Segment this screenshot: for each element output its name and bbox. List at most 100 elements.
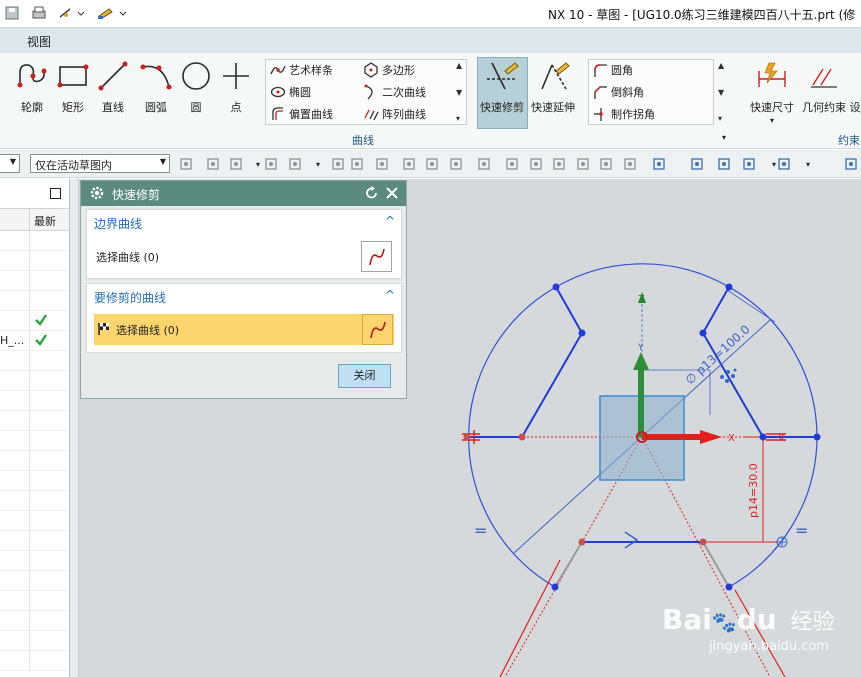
edit-gallery-scroll[interactable]: ▲ ▼ ▾: [718, 61, 728, 123]
print-icon[interactable]: [30, 4, 48, 22]
chevron-down-icon[interactable]: ▾: [800, 156, 816, 172]
scroll-up-icon[interactable]: ▲: [718, 61, 728, 70]
view-fit-icon[interactable]: [651, 156, 667, 172]
table-row[interactable]: [0, 571, 69, 591]
scroll-up-icon[interactable]: ▲: [456, 61, 466, 70]
curve-select-icon[interactable]: [362, 314, 393, 345]
reset-icon[interactable]: [364, 185, 380, 204]
curve-snap-icon[interactable]: [424, 156, 440, 172]
collapse-icon[interactable]: ^: [385, 288, 395, 302]
table-row[interactable]: [0, 611, 69, 631]
curve-gallery-scroll[interactable]: ▲ ▼ ▾: [456, 61, 466, 123]
scroll-down-icon[interactable]: ▼: [456, 88, 466, 97]
maximize-icon[interactable]: [50, 188, 61, 199]
layout-icon[interactable]: [741, 156, 757, 172]
studio-spline-item[interactable]: 艺术样条: [270, 60, 333, 80]
table-row[interactable]: [0, 251, 69, 271]
trim-section-header[interactable]: 要修剪的曲线 ^: [87, 284, 401, 310]
chevron-down-icon[interactable]: ▾: [748, 116, 796, 125]
profile-tool[interactable]: 轮廓: [10, 59, 54, 115]
cube-icon[interactable]: [843, 156, 859, 172]
polygon-item[interactable]: 多边形: [363, 60, 415, 80]
view-icon[interactable]: [689, 156, 705, 172]
table-row[interactable]: [0, 311, 69, 331]
spline-snap-icon[interactable]: [448, 156, 464, 172]
point-on-curve-icon[interactable]: [598, 156, 614, 172]
snap-endpoint-icon[interactable]: [178, 156, 194, 172]
tangent-icon[interactable]: [575, 156, 591, 172]
table-row[interactable]: [0, 431, 69, 451]
navigator-splitter[interactable]: [70, 179, 79, 677]
dots-filter-icon[interactable]: [374, 156, 390, 172]
render-icon[interactable]: [776, 156, 792, 172]
chamfer-item[interactable]: 倒斜角: [592, 82, 644, 102]
table-row[interactable]: [0, 651, 69, 671]
trim-select-row[interactable]: 选择曲线 (0): [94, 314, 394, 345]
close-icon[interactable]: [384, 185, 400, 204]
ellipse-item[interactable]: 椭圆: [270, 82, 311, 102]
table-row[interactable]: [0, 391, 69, 411]
pattern-curve-item[interactable]: 阵列曲线: [363, 104, 426, 124]
conic-item[interactable]: 二次曲线: [363, 82, 426, 102]
boundary-section-header[interactable]: 边界曲线 ^: [87, 210, 401, 236]
quick-extend-tool[interactable]: 快速延伸: [531, 59, 575, 115]
line-snap-icon[interactable]: [401, 156, 417, 172]
table-row[interactable]: [0, 231, 69, 251]
solid-filter-icon[interactable]: [330, 156, 346, 172]
quick-trim-content[interactable]: 快速修剪: [480, 59, 524, 115]
length-dimension[interactable]: p14=30.0: [747, 463, 760, 518]
fillet-item[interactable]: 圆角: [592, 60, 633, 80]
geometric-constraint-tool[interactable]: 几何约束: [800, 59, 848, 115]
paint-icon[interactable]: [96, 4, 130, 22]
table-row[interactable]: [0, 411, 69, 431]
table-row[interactable]: [0, 631, 69, 651]
circle-tool[interactable]: 圆: [174, 59, 218, 115]
intersection-icon[interactable]: [476, 156, 492, 172]
equal-constraint-left[interactable]: =: [474, 521, 487, 540]
diameter-dimension[interactable]: ∅ p13=100.0: [683, 322, 753, 387]
center-snap-icon[interactable]: [504, 156, 520, 172]
table-row[interactable]: [0, 271, 69, 291]
arc-tool[interactable]: 圆弧: [134, 59, 178, 115]
make-corner-item[interactable]: 制作拐角: [592, 104, 655, 124]
type-filter-combo[interactable]: ▼: [0, 154, 20, 173]
table-row[interactable]: [0, 511, 69, 531]
boundary-select-row[interactable]: 选择曲线 (0): [94, 241, 394, 272]
curve-select-icon[interactable]: [361, 241, 392, 272]
selection-scope-combo[interactable]: 仅在活动草图内 ▼: [30, 154, 170, 173]
quadrant-icon[interactable]: [528, 156, 544, 172]
rotate-icon[interactable]: [716, 156, 732, 172]
scroll-down-icon[interactable]: ▼: [718, 88, 728, 97]
snap-select-icon[interactable]: [228, 156, 244, 172]
snap-arrow-icon[interactable]: [263, 156, 279, 172]
collapse-icon[interactable]: ^: [385, 214, 395, 228]
snap-cycle-icon[interactable]: [205, 156, 221, 172]
table-row[interactable]: [0, 531, 69, 551]
table-row[interactable]: [0, 471, 69, 491]
equal-constraint-right[interactable]: =: [795, 521, 808, 540]
grid-icon[interactable]: [622, 156, 638, 172]
offset-curve-item[interactable]: 偏置曲线: [270, 104, 333, 124]
table-row[interactable]: [0, 591, 69, 611]
table-row[interactable]: [0, 291, 69, 311]
menu-view[interactable]: 视图: [27, 33, 51, 50]
close-button[interactable]: 关闭: [338, 364, 391, 388]
cube-filter-icon[interactable]: [349, 156, 365, 172]
ribbon-expand-icon[interactable]: ▾: [722, 133, 726, 142]
settings-tool-partial[interactable]: 设: [848, 59, 861, 115]
table-row[interactable]: [0, 491, 69, 511]
rectangle-tool[interactable]: 矩形: [51, 59, 95, 115]
table-row[interactable]: [0, 551, 69, 571]
line-tool[interactable]: 直线: [91, 59, 135, 115]
point-tool[interactable]: 点: [214, 59, 258, 115]
table-row[interactable]: H_...: [0, 331, 69, 351]
expand-icon[interactable]: ▾: [456, 114, 466, 123]
rapid-dimension-tool[interactable]: 快速尺寸 ▾: [748, 59, 796, 125]
table-row[interactable]: [0, 371, 69, 391]
table-row[interactable]: [0, 351, 69, 371]
plus-snap-icon[interactable]: [551, 156, 567, 172]
box-select-icon[interactable]: [287, 156, 303, 172]
chevron-down-icon[interactable]: ▾: [310, 156, 326, 172]
expand-icon[interactable]: ▾: [718, 114, 728, 123]
snap-icon[interactable]: [58, 4, 84, 22]
